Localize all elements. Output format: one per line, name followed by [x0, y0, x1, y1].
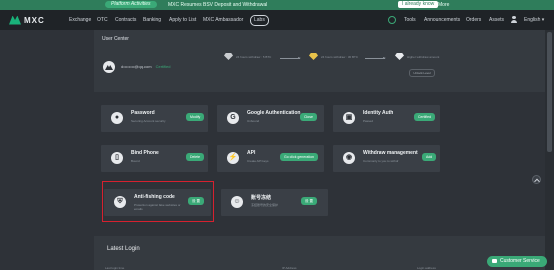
mxc-logo-icon — [9, 15, 21, 25]
lock-icon: ● — [111, 112, 123, 124]
nav-otc[interactable]: OTC — [97, 10, 108, 30]
nav-banking[interactable]: Banking — [143, 10, 161, 30]
card-subtitle: Commonly to you to withdr — [363, 159, 399, 163]
api-icon: ⚡ — [227, 152, 239, 164]
user-freeze-icon: ☺ — [231, 196, 243, 208]
already-know-button[interactable]: I already know — [398, 1, 439, 8]
certified-link[interactable]: Certified — [156, 64, 171, 69]
card-title: API — [247, 150, 256, 156]
card-title: Google Authentication — [247, 110, 301, 116]
card-subtitle: Unbound — [247, 119, 260, 123]
banner-tag: Platform Activities — [105, 1, 157, 8]
diamond-gold-icon — [309, 53, 318, 60]
user-icon[interactable] — [511, 16, 517, 23]
level-3-label: Higher withdraw amount — [407, 55, 440, 59]
phone-icon: ▯ — [111, 152, 123, 164]
language-label: English — [524, 17, 541, 23]
arrow-icon — [365, 57, 386, 59]
card-title: Identity Auth — [363, 110, 394, 116]
level-1: 24 hours withdraw : 5 BTC — [224, 53, 271, 60]
location-icon: ◉ — [343, 152, 355, 164]
card-title: Withdraw management — [363, 150, 418, 156]
nav-labs[interactable]: Labs — [250, 15, 269, 26]
level-3: Higher withdraw amount — [395, 53, 439, 60]
globe-icon[interactable] — [388, 16, 396, 24]
close-google-auth-button[interactable]: Close — [300, 113, 317, 121]
top-navbar: MXC Exchange OTC Contracts Banking Apply… — [0, 10, 554, 30]
delete-phone-button[interactable]: Delete — [186, 153, 205, 161]
card-subtitle: Securing Account security — [131, 119, 166, 123]
language-select[interactable]: English ▾ — [524, 10, 544, 30]
scrollbar-thumb[interactable] — [547, 32, 552, 152]
email-text: d••••••••@qq.com — [121, 64, 152, 69]
header-login-address: Login address — [417, 266, 436, 270]
card-withdraw-management: ◉ Withdraw management Commonly to you to… — [333, 145, 440, 172]
card-title: Password — [131, 110, 155, 116]
card-subtitle: 冻结账号的安全保护 — [251, 203, 279, 207]
highlight-box — [102, 181, 214, 222]
certified-button[interactable]: Certified — [414, 113, 436, 121]
logo-text: MXC — [24, 15, 45, 25]
user-center-title: User Center — [102, 36, 129, 42]
card-title: Bind Phone — [131, 150, 159, 156]
card-title: 账号冻结 — [251, 195, 272, 201]
modify-password-button[interactable]: Modify — [186, 113, 205, 121]
nav-ambassador[interactable]: MXC Ambassador — [203, 10, 243, 30]
card-password: ● Password Securing Account security Mod… — [101, 105, 208, 132]
nav-announcements[interactable]: Announcements — [424, 10, 460, 30]
nav-apply-to-list[interactable]: Apply to List — [169, 10, 196, 30]
back-to-top-icon[interactable] — [532, 175, 541, 184]
mxc-logo[interactable]: MXC — [9, 15, 45, 25]
account-email: d••••••••@qq.com Certified — [121, 64, 171, 69]
banner-message[interactable]: MXC Resumes BSV Deposit and Withdrawal — [168, 0, 267, 10]
nav-contracts[interactable]: Contracts — [115, 10, 136, 30]
nav-assets[interactable]: Assets — [489, 10, 504, 30]
card-account-freeze: ☺ 账号冻结 冻结账号的安全保护 设 置 — [221, 189, 328, 216]
card-subtitle: Bound — [131, 159, 140, 163]
nav-exchange[interactable]: Exchange — [69, 10, 91, 30]
announcement-banner: Platform Activities MXC Resumes BSV Depo… — [0, 0, 554, 10]
unlock-level-button[interactable]: Unlock Level — [409, 69, 435, 77]
card-bind-phone: ▯ Bind Phone Bound Delete — [101, 145, 208, 172]
latest-login-panel: Latest Login Last login time IP Address … — [94, 236, 545, 270]
scrollbar[interactable] — [545, 30, 554, 270]
add-withdraw-address-button[interactable]: Add — [422, 153, 437, 161]
chat-icon — [492, 259, 497, 263]
avatar — [103, 61, 115, 73]
generate-api-button[interactable]: Go click generation — [280, 153, 318, 161]
card-identity-auth: ▣ Identity Auth Passed Certified — [333, 105, 440, 132]
header-ip-address: IP Address — [282, 266, 297, 270]
nav-orders[interactable]: Orders — [466, 10, 481, 30]
card-api: ⚡ API Create API keys Go click generatio… — [217, 145, 324, 172]
level-2: 24 hours withdraw : 30 BTC — [309, 53, 358, 60]
set-account-freeze-button[interactable]: 设 置 — [301, 197, 317, 205]
nav-tools[interactable]: Tools — [404, 10, 416, 30]
card-subtitle: Passed — [363, 119, 374, 123]
customer-service-label: Customer Service — [500, 258, 540, 264]
id-card-icon: ▣ — [343, 112, 355, 124]
diamond-white-icon — [395, 53, 404, 60]
banner-more-link[interactable]: More — [438, 0, 449, 10]
google-icon: G — [227, 112, 239, 124]
user-center-panel: User Center d••••••••@qq.com Certified 24… — [94, 30, 554, 92]
diamond-silver-icon — [224, 53, 233, 60]
latest-login-title: Latest Login — [107, 246, 140, 252]
level-2-label: 24 hours withdraw : 30 BTC — [321, 55, 359, 59]
header-last-login-time: Last login time — [105, 266, 125, 270]
arrow-icon — [280, 57, 301, 59]
customer-service-button[interactable]: Customer Service — [487, 256, 547, 267]
level-1-label: 24 hours withdraw : 5 BTC — [236, 55, 272, 59]
card-google-auth: G Google Authentication Unbound Close — [217, 105, 324, 132]
